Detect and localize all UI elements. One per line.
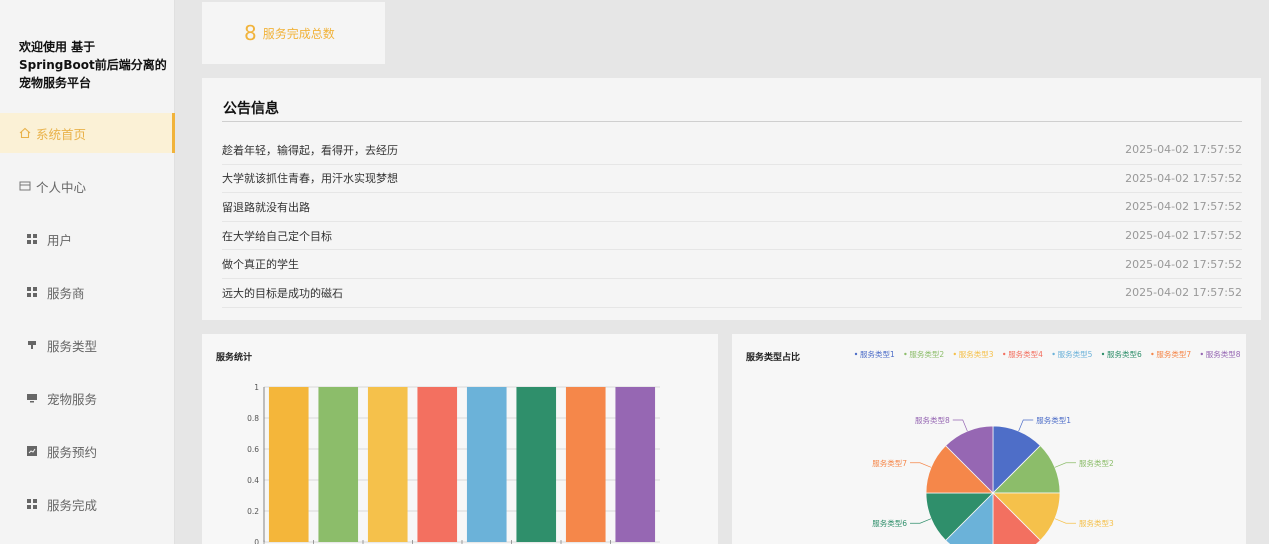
notice-text: 做个真正的学生 xyxy=(222,258,299,272)
sidebar-item-profile[interactable]: 个人中心 xyxy=(0,166,175,206)
sidebar-item-label: 宠物服务 xyxy=(47,391,98,407)
pie-leader-line xyxy=(910,518,932,524)
pie-slice-label: 服务类型2 xyxy=(1079,458,1114,468)
notice-row[interactable]: 大学就该抓住青春，用汗水实现梦想 2025-04-02 17:57:52 xyxy=(222,165,1242,194)
bar[interactable] xyxy=(318,387,359,542)
pie-slice-label: 服务类型6 xyxy=(872,518,907,528)
legend-dot xyxy=(1151,352,1154,356)
notice-row[interactable]: 趁着年轻，输得起，看得开，去经历 2025-04-02 17:57:52 xyxy=(222,136,1242,165)
notice-text: 留退路就没有出路 xyxy=(222,200,310,214)
sidebar-item-label: 服务完成 xyxy=(47,497,98,513)
sidebar-item-label: 服务类型 xyxy=(47,338,98,354)
y-tick-label: 0.8 xyxy=(247,414,259,423)
pie-slice-label: 服务类型7 xyxy=(872,458,907,468)
pie-chart: 服务类型1 服务类型2 服务类型3 服务类型6 服务类型7 服务类型8 服务类型1 服务类型2… xyxy=(854,349,1241,544)
bar-chart: 0 0.2 0.4 0.6 0.8 1 xyxy=(247,383,660,544)
pie-leader-line xyxy=(952,419,968,432)
pie-slice-label: 服务类型3 xyxy=(1079,518,1114,528)
legend-dot xyxy=(1003,352,1006,356)
stat-card: 8 服务完成总数 xyxy=(202,2,385,64)
notice-row[interactable]: 远大的目标是成功的磁石 2025-04-02 17:57:52 xyxy=(222,279,1242,308)
notice-panel: 公告信息 趁着年轻，输得起，看得开，去经历 2025-04-02 17:57:5… xyxy=(202,78,1261,320)
pie-leader-line xyxy=(1018,419,1034,432)
stat-label: 服务完成总数 xyxy=(262,26,335,41)
pie-leader-line xyxy=(1054,518,1076,524)
notice-list: 趁着年轻，输得起，看得开，去经历 2025-04-02 17:57:52 大学就… xyxy=(222,136,1242,308)
notice-row[interactable]: 留退路就没有出路 2025-04-02 17:57:52 xyxy=(222,193,1242,222)
grid-icon xyxy=(25,285,39,299)
sidebar-item-pet-service[interactable]: 宠物服务 xyxy=(0,378,175,418)
cup-icon xyxy=(25,338,39,352)
home-icon xyxy=(18,126,32,140)
card-icon xyxy=(18,179,32,193)
legend-item[interactable]: 服务类型3 xyxy=(959,349,994,359)
legend-dot xyxy=(1200,352,1203,356)
legend-item[interactable]: 服务类型1 xyxy=(860,349,895,359)
pie-chart-card: 服务类型占比 服务类型1 服务类型2 服务类型3 服务类型6 服务类型7 服务类型8 服务类… xyxy=(732,334,1246,544)
sidebar-item-label: 系统首页 xyxy=(36,126,87,142)
sidebar-item-provider[interactable]: 服务商 xyxy=(0,272,175,312)
stat-value: 8 xyxy=(244,21,257,45)
bar[interactable] xyxy=(565,387,606,542)
pie-leader-line xyxy=(1054,462,1076,468)
sidebar-item-home[interactable]: 系统首页 xyxy=(0,113,175,153)
monitor-icon xyxy=(25,391,39,405)
notice-date: 2025-04-02 17:57:52 xyxy=(1125,229,1242,243)
notice-date: 2025-04-02 17:57:52 xyxy=(1125,171,1242,185)
notice-date: 2025-04-02 17:57:52 xyxy=(1125,257,1242,271)
sidebar-item-complete[interactable]: 服务完成 xyxy=(0,484,175,524)
y-tick-label: 0 xyxy=(254,538,259,544)
sidebar-item-users[interactable]: 用户 xyxy=(0,219,175,259)
bar[interactable] xyxy=(466,387,507,542)
notice-title: 公告信息 xyxy=(223,101,279,117)
legend-item[interactable]: 服务类型6 xyxy=(1107,349,1142,359)
sidebar-item-label: 用户 xyxy=(47,232,73,248)
legend-item[interactable]: 服务类型7 xyxy=(1156,349,1191,359)
bar[interactable] xyxy=(516,387,557,542)
y-tick-label: 0.2 xyxy=(247,507,259,516)
pie-slice-label: 服务类型1 xyxy=(1036,415,1071,425)
notice-divider xyxy=(222,121,1242,122)
grid-icon xyxy=(25,232,39,246)
notice-text: 在大学给自己定个目标 xyxy=(222,229,332,243)
notice-text: 大学就该抓住青春，用汗水实现梦想 xyxy=(222,172,398,186)
sidebar-item-service-type[interactable]: 服务类型 xyxy=(0,325,175,365)
notice-date: 2025-04-02 17:57:52 xyxy=(1125,200,1242,214)
pie-leader-line xyxy=(910,462,932,468)
bar[interactable] xyxy=(268,387,309,542)
sidebar-item-booking[interactable]: 服务预约 xyxy=(0,431,175,471)
pie-slice-label: 服务类型8 xyxy=(915,415,950,425)
y-tick-label: 0.6 xyxy=(247,445,259,454)
y-tick-label: 0.4 xyxy=(247,476,259,485)
legend-dot xyxy=(1052,352,1055,356)
legend-item[interactable]: 服务类型2 xyxy=(909,349,944,359)
bar[interactable] xyxy=(615,387,656,542)
bar-chart-card: 服务统计 0 0.2 0.4 0.6 0.8 1 xyxy=(202,334,718,544)
bar[interactable] xyxy=(367,387,408,542)
legend-dot xyxy=(904,352,907,356)
legend-dot xyxy=(1101,352,1105,356)
sidebar-item-label: 服务商 xyxy=(47,285,85,301)
notice-row[interactable]: 在大学给自己定个目标 2025-04-02 17:57:52 xyxy=(222,222,1242,251)
legend-item[interactable]: 服务类型8 xyxy=(1206,349,1241,359)
legend-dot xyxy=(854,352,858,356)
sidebar-item-label: 服务预约 xyxy=(47,444,98,460)
notice-date: 2025-04-02 17:57:52 xyxy=(1125,143,1242,157)
notice-text: 趁着年轻，输得起，看得开，去经历 xyxy=(222,143,398,157)
sidebar-item-label: 个人中心 xyxy=(36,179,87,195)
notice-row[interactable]: 做个真正的学生 2025-04-02 17:57:52 xyxy=(222,250,1242,279)
chart-icon xyxy=(25,444,39,458)
notice-date: 2025-04-02 17:57:52 xyxy=(1125,286,1242,300)
legend-item[interactable]: 服务类型4 xyxy=(1008,349,1043,359)
legend-dot xyxy=(953,352,956,356)
app-title: 欢迎使用 基于SpringBoot前后端分离的宠物服务平台 xyxy=(19,40,167,90)
grid-icon xyxy=(25,497,39,511)
legend-item[interactable]: 服务类型5 xyxy=(1058,349,1093,359)
notice-text: 远大的目标是成功的磁石 xyxy=(222,286,343,300)
sidebar: 欢迎使用 基于SpringBoot前后端分离的宠物服务平台 系统首页 个人中心 … xyxy=(0,0,175,544)
bar[interactable] xyxy=(417,387,458,542)
y-tick-label: 1 xyxy=(254,383,259,392)
